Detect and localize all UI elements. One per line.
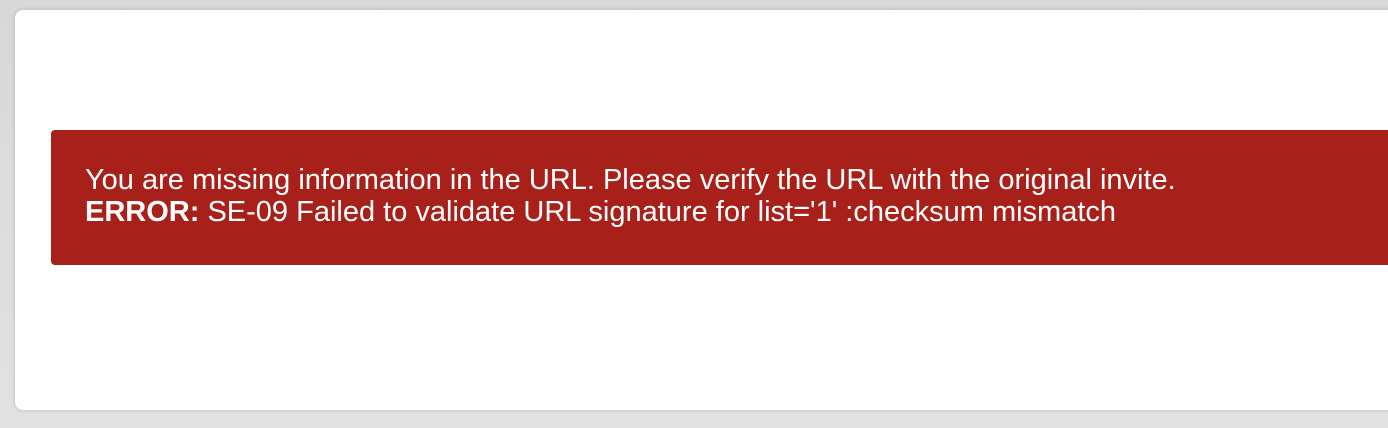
error-detail: SE-09 Failed to validate URL signature f… <box>207 196 1117 228</box>
error-message: You are missing information in the URL. … <box>85 164 1176 196</box>
error-detail-line: ERROR: SE-09 Failed to validate URL sign… <box>85 196 1388 228</box>
error-banner: You are missing information in the URL. … <box>51 130 1388 265</box>
content-card: You are missing information in the URL. … <box>15 10 1388 410</box>
error-label: ERROR: <box>85 196 200 228</box>
